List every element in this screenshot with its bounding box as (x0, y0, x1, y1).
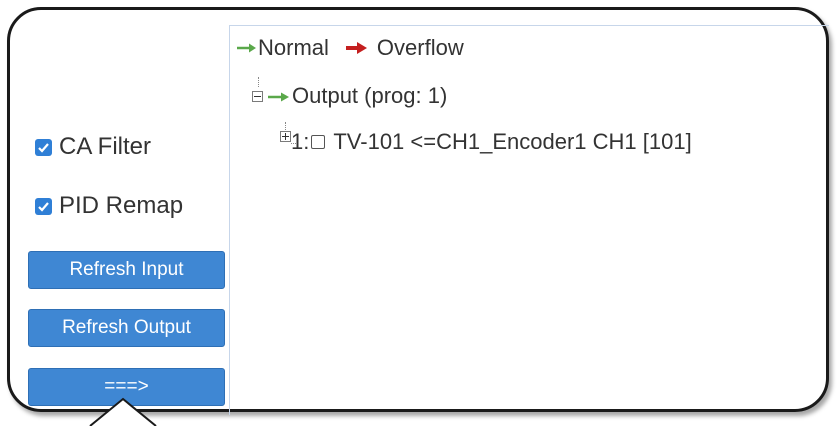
legend-normal: Normal (236, 35, 329, 61)
ca-filter-label: CA Filter (59, 133, 152, 160)
collapse-icon[interactable] (252, 90, 263, 102)
legend-overflow-label: Overflow (376, 35, 464, 60)
pid-remap-label: PID Remap (59, 192, 184, 219)
refresh-input-button[interactable]: Refresh Input (28, 251, 225, 289)
program-name: TV-101 <=CH1_Encoder1 CH1 [101] (333, 129, 692, 154)
program-select-checkbox[interactable] (311, 135, 326, 149)
program-number: 1: (291, 129, 310, 154)
tree-item-row[interactable]: 1: TV-101 <=CH1_Encoder1 CH1 [101] (280, 128, 692, 156)
legend-overflow: Overflow (345, 35, 464, 61)
tree-root-label: Output (prog: 1) (292, 83, 448, 108)
callout-pointer (89, 397, 157, 426)
green-arrow-icon (267, 83, 291, 109)
refresh-output-button[interactable]: Refresh Output (28, 309, 225, 347)
green-arrow-icon (236, 42, 258, 54)
pid-remap-checkbox[interactable]: PID Remap (35, 192, 183, 220)
checkmark-icon (35, 197, 52, 215)
red-arrow-icon (345, 41, 369, 55)
ca-filter-checkbox[interactable]: CA Filter (35, 133, 151, 161)
tree-root-row[interactable]: Output (prog: 1) (252, 82, 447, 110)
legend-normal-label: Normal (258, 35, 329, 60)
expand-icon[interactable] (280, 130, 291, 142)
checkmark-icon (35, 138, 52, 156)
legend: Normal Overflow (236, 34, 464, 62)
